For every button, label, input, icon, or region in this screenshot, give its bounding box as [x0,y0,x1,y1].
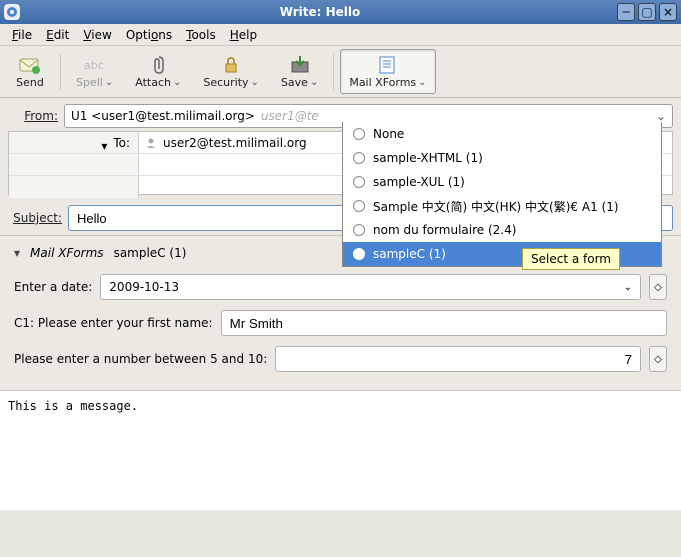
chevron-down-icon: ⌄ [251,77,259,88]
xforms-option[interactable]: Sample 中文(简) 中文(HK) 中文(繁)€ A1 (1) [343,194,661,218]
menu-indicator-icon: ▾ [101,139,109,147]
radio-icon [353,248,365,260]
separator [60,54,61,90]
radio-icon [353,128,365,140]
spell-icon: abc [83,54,107,76]
chevron-down-icon: ⌄ [418,77,426,88]
from-value: U1 <user1@test.milimail.org> [71,109,255,123]
xforms-title: Mail XForms [30,246,104,260]
separator [333,54,334,90]
xforms-option[interactable]: None [343,122,661,146]
app-icon [4,4,20,20]
send-icon [18,54,42,76]
xforms-option[interactable]: nom du formulaire (2.4) [343,218,661,242]
menu-help[interactable]: Help [224,26,263,44]
toolbar: Send abc Spell⌄ Attach⌄ Security⌄ Save⌄ … [0,46,681,98]
titlebar: Write: Hello ─ ▢ × [0,0,681,24]
chevron-down-icon: ⌄ [310,77,318,88]
save-icon [288,54,312,76]
tooltip: Select a form [522,248,620,270]
date-spinner[interactable]: ◇ [649,274,667,300]
radio-icon [353,152,365,164]
header-area: From: U1 <user1@test.milimail.org> user1… [0,98,681,235]
from-ghost: user1@te [261,109,319,123]
chevron-down-icon: ⌄ [656,109,666,123]
attach-button[interactable]: Attach⌄ [126,49,190,94]
menubar: File Edit View Options Tools Help [0,24,681,46]
paperclip-icon [146,54,170,76]
address-type-select[interactable]: ▾ To: [9,132,139,153]
send-button[interactable]: Send [6,49,54,94]
from-label: From: [8,109,64,123]
number-input[interactable] [275,346,641,372]
number-spinner[interactable]: ◇ [649,346,667,372]
chevron-down-icon: ⌄ [105,77,113,88]
lock-icon [219,54,243,76]
menu-file[interactable]: File [6,26,38,44]
mail-xforms-button[interactable]: Mail XForms⌄ [340,49,435,94]
number-label: Please enter a number between 5 and 10: [14,352,267,366]
xforms-dropdown: None sample-XHTML (1) sample-XUL (1) Sam… [342,122,662,267]
window-title: Write: Hello [26,5,614,19]
minimize-button[interactable]: ─ [617,3,635,21]
radio-icon [353,224,365,236]
name-input[interactable] [221,310,667,336]
name-label: C1: Please enter your first name: [14,316,213,330]
person-icon [145,137,157,149]
chevron-down-icon: ⌄ [624,282,632,293]
radio-icon [353,200,365,212]
xforms-option[interactable]: sample-XHTML (1) [343,146,661,170]
close-button[interactable]: × [659,3,677,21]
date-input[interactable]: 2009-10-13⌄ [100,274,641,300]
menu-options[interactable]: Options [120,26,178,44]
radio-icon [353,176,365,188]
spell-button[interactable]: abc Spell⌄ [67,49,122,94]
xforms-formname: sampleC (1) [114,246,187,260]
subject-label: Subject: [8,211,68,225]
maximize-button[interactable]: ▢ [638,3,656,21]
xforms-option[interactable]: sample-XUL (1) [343,170,661,194]
save-button[interactable]: Save⌄ [272,49,327,94]
security-button[interactable]: Security⌄ [194,49,268,94]
collapse-toggle[interactable]: ▾ [14,246,20,260]
menu-edit[interactable]: Edit [40,26,75,44]
form-icon [376,54,400,76]
menu-tools[interactable]: Tools [180,26,222,44]
date-label: Enter a date: [14,280,92,294]
chevron-down-icon: ⌄ [173,77,181,88]
menu-view[interactable]: View [77,26,117,44]
message-body[interactable]: This is a message. [0,390,681,510]
svg-text:abc: abc [84,59,104,72]
